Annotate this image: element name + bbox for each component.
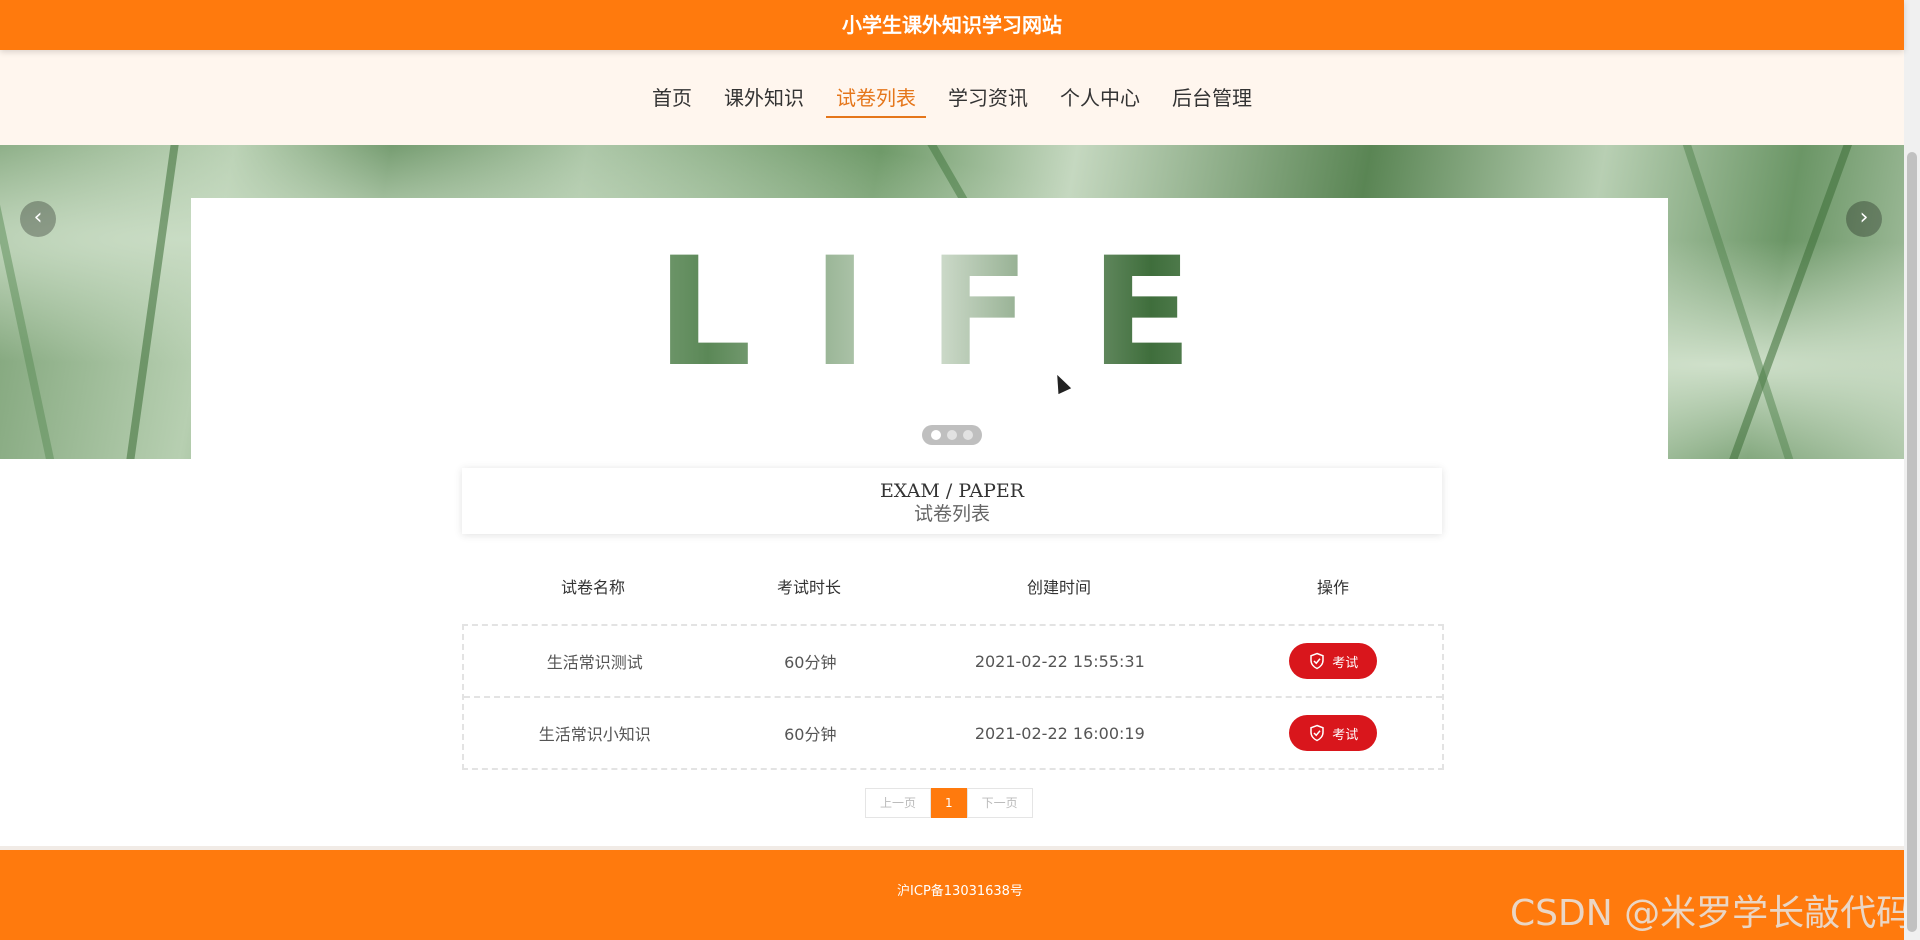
table-row: 生活常识测试 60分钟 2021-02-22 15:55:31 考试 xyxy=(464,626,1442,696)
section-title-en: EXAM / PAPER xyxy=(879,480,1025,502)
section-heading: EXAM / PAPER 试卷列表 xyxy=(462,468,1442,534)
start-exam-label: 考试 xyxy=(1332,727,1359,743)
prev-page-button[interactable]: 上一页 xyxy=(865,788,932,818)
grass-decoration xyxy=(1720,145,1872,459)
site-title-bar: 小学生课外知识学习网站 xyxy=(0,0,1904,50)
exam-created-time: 2021-02-22 16:00:19 xyxy=(974,723,1145,743)
chevron-right-icon[interactable]: › xyxy=(1846,201,1882,237)
nav-item-admin[interactable]: 后台管理 xyxy=(1162,80,1262,116)
watermark: CSDN @米罗学长敲代码 xyxy=(1510,893,1913,934)
banner-carousel: LIFE ‹ › xyxy=(0,145,1904,459)
page-scrollbar[interactable] xyxy=(1904,0,1920,940)
exam-action-cell: 考试 xyxy=(1224,715,1442,751)
carousel-dot-2[interactable] xyxy=(947,430,957,440)
table-row: 生活常识小知识 60分钟 2021-02-22 16:00:19 考试 xyxy=(464,696,1442,768)
carousel-dot-1[interactable] xyxy=(931,430,941,440)
start-exam-button[interactable]: 考试 xyxy=(1289,715,1378,751)
exam-action-cell: 考试 xyxy=(1224,643,1442,679)
nav-item-exam-list[interactable]: 试卷列表 xyxy=(826,80,926,118)
exam-duration: 60分钟 xyxy=(784,653,837,672)
nav-item-learning-news[interactable]: 学习资讯 xyxy=(938,80,1038,116)
carousel-indicators xyxy=(922,425,982,445)
carousel-dot-3[interactable] xyxy=(963,430,973,440)
column-header-name: 试卷名称 xyxy=(560,578,625,597)
shield-check-icon xyxy=(1310,724,1324,742)
section-title-cn: 试卷列表 xyxy=(913,503,990,525)
column-header-action: 操作 xyxy=(1316,578,1349,597)
shield-check-icon xyxy=(1310,652,1324,670)
column-header-created: 创建时间 xyxy=(1026,578,1091,597)
scrollbar-thumb[interactable] xyxy=(1907,152,1917,932)
site-title: 小学生课外知识学习网站 xyxy=(842,13,1062,37)
page-number-button[interactable]: 1 xyxy=(931,788,967,818)
column-header-duration: 考试时长 xyxy=(776,578,841,597)
exam-table: 生活常识测试 60分钟 2021-02-22 15:55:31 考试 生活常识小… xyxy=(462,624,1444,770)
start-exam-button[interactable]: 考试 xyxy=(1289,643,1378,679)
exam-duration: 60分钟 xyxy=(784,725,837,744)
nav-item-personal-center[interactable]: 个人中心 xyxy=(1050,80,1150,116)
exam-name: 生活常识测试 xyxy=(546,653,643,672)
grass-decoration xyxy=(0,145,68,459)
banner-word: LIFE xyxy=(191,238,1668,388)
nav-item-home[interactable]: 首页 xyxy=(642,80,702,116)
exam-created-time: 2021-02-22 15:55:31 xyxy=(974,651,1145,671)
exam-name: 生活常识小知识 xyxy=(538,725,651,744)
pagination: 上一页 1 下一页 xyxy=(865,788,1033,818)
nav-list: 首页 课外知识 试卷列表 学习资讯 个人中心 后台管理 xyxy=(642,80,1274,118)
main-nav: 首页 课外知识 试卷列表 学习资讯 个人中心 后台管理 xyxy=(0,50,1904,145)
grass-decoration xyxy=(120,145,187,459)
start-exam-label: 考试 xyxy=(1332,655,1359,671)
banner-slide: LIFE xyxy=(191,198,1668,459)
chevron-left-icon[interactable]: ‹ xyxy=(20,201,56,237)
table-header: 试卷名称 考试时长 创建时间 操作 xyxy=(462,570,1442,606)
nav-item-extracurricular-knowledge[interactable]: 课外知识 xyxy=(714,80,814,116)
next-page-button[interactable]: 下一页 xyxy=(966,788,1033,818)
